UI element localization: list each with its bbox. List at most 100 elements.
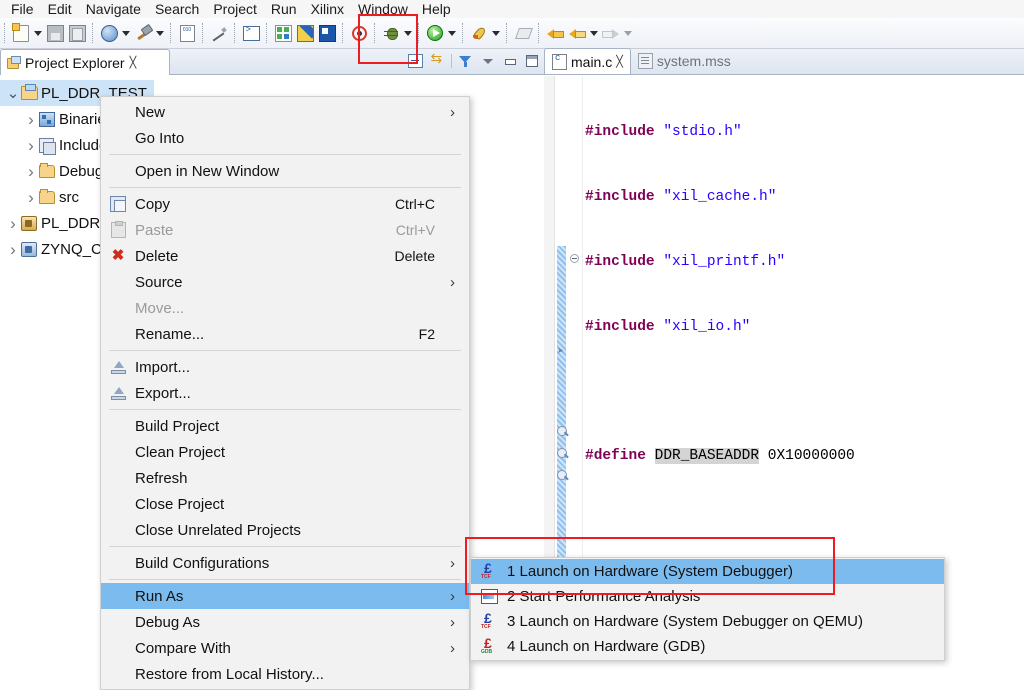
context-menu-item-close-unrelated-projects[interactable]: Close Unrelated Projects (101, 517, 469, 543)
context-menu-item-export[interactable]: Export... (101, 380, 469, 406)
menu-edit[interactable]: Edit (41, 1, 79, 18)
menu-item-icon-slot (101, 661, 135, 687)
submenu-arrow-icon: › (450, 274, 455, 291)
run-icon[interactable] (424, 22, 446, 44)
context-menu-item-debug-as[interactable]: Debug As › (101, 609, 469, 635)
globe-icon[interactable] (98, 22, 120, 44)
rocket-dropdown-arrow-icon[interactable] (490, 22, 502, 44)
tab-system-mss[interactable]: system.mss (631, 48, 738, 74)
run-as-item-launch-on-hardware-system-debugger[interactable]: 1 Launch on Hardware (System Debugger) (471, 559, 944, 584)
yellow-square-icon[interactable] (294, 22, 316, 44)
forward-arrow-icon[interactable] (600, 22, 622, 44)
menu-item-icon-slot (101, 295, 135, 321)
new-icon[interactable] (10, 22, 32, 44)
context-menu-item-source[interactable]: Source › (101, 269, 469, 295)
grid-icon[interactable] (272, 22, 294, 44)
chevron-down-icon[interactable] (6, 90, 20, 97)
close-icon[interactable]: ╳ (616, 55, 623, 68)
context-menu-item-run-as[interactable]: Run As › (101, 583, 469, 609)
run-dropdown-arrow-icon[interactable] (446, 22, 458, 44)
menu-item-label: Delete (135, 248, 178, 265)
chevron-right-icon[interactable] (24, 139, 38, 152)
minimize-icon[interactable] (501, 52, 518, 69)
back-arrow-2-icon[interactable] (566, 22, 588, 44)
close-icon[interactable]: ╳ (130, 56, 137, 69)
back-arrow-icon[interactable] (544, 22, 566, 44)
build-hammer-icon[interactable] (132, 22, 154, 44)
chevron-right-icon[interactable] (6, 243, 20, 256)
toolbar-separator (342, 23, 344, 43)
debug-bug-icon[interactable] (380, 22, 402, 44)
submenu-arrow-icon: › (450, 640, 455, 657)
collapse-all-icon[interactable] (407, 52, 424, 69)
context-menu-item-go-into[interactable]: Go Into (101, 125, 469, 151)
chevron-right-icon[interactable] (24, 165, 38, 178)
globe-dropdown-arrow-icon[interactable] (120, 22, 132, 44)
terminal-icon[interactable] (240, 22, 262, 44)
menu-search[interactable]: Search (148, 1, 206, 18)
menu-item-icon-slot (101, 158, 135, 184)
chevron-right-icon[interactable] (6, 217, 20, 230)
new-dropdown-arrow-icon[interactable] (32, 22, 44, 44)
menu-item-label: Open in New Window (135, 163, 279, 180)
tab-project-explorer[interactable]: Project Explorer ╳ (0, 49, 170, 75)
menu-item-icon-slot (101, 439, 135, 465)
save-icon[interactable] (44, 22, 66, 44)
import-icon (101, 354, 135, 380)
run-as-item-start-performance-analysis[interactable]: 2 Start Performance Analysis (471, 584, 944, 609)
context-menu-item-build-project[interactable]: Build Project (101, 413, 469, 439)
context-menu-item-copy[interactable]: Copy Ctrl+C (101, 191, 469, 217)
view-menu-icon[interactable] (479, 52, 496, 69)
build-dropdown-arrow-icon[interactable] (154, 22, 166, 44)
toolbar-separator (538, 23, 540, 43)
menu-window[interactable]: Window (351, 1, 415, 18)
context-menu-item-build-configurations[interactable]: Build Configurations › (101, 550, 469, 576)
menu-separator (109, 546, 461, 547)
menu-help[interactable]: Help (415, 1, 458, 18)
code-line: #define DDR_BASEADDR 0X10000000 (582, 446, 1024, 468)
tree-item-label: src (59, 189, 79, 206)
link-with-editor-icon[interactable] (429, 52, 446, 69)
run-as-item-launch-on-hardware-system-debugger-qemu[interactable]: 3 Launch on Hardware (System Debugger on… (471, 609, 944, 634)
forward-dropdown-arrow-icon[interactable] (622, 22, 634, 44)
context-menu-item-import[interactable]: Import... (101, 354, 469, 380)
maximize-icon[interactable] (523, 52, 540, 69)
debug-dropdown-arrow-icon[interactable] (402, 22, 414, 44)
save-all-icon[interactable] (66, 22, 88, 44)
menu-file[interactable]: File (4, 1, 41, 18)
red-circle-icon[interactable] (348, 22, 370, 44)
menu-item-label: Compare With (135, 640, 231, 657)
blue-square-icon[interactable] (316, 22, 338, 44)
toolbar-separator (4, 23, 6, 43)
pen-icon[interactable] (208, 22, 230, 44)
menu-item-icon-slot (101, 491, 135, 517)
back-dropdown-arrow-icon[interactable] (588, 22, 600, 44)
binary-file-icon[interactable] (176, 22, 198, 44)
menu-xilinx[interactable]: Xilinx (304, 1, 351, 18)
paste-icon (101, 217, 135, 243)
fold-collapse-icon[interactable] (570, 254, 579, 263)
menu-project[interactable]: Project (206, 1, 264, 18)
menu-navigate[interactable]: Navigate (79, 1, 148, 18)
context-menu-item-compare-with[interactable]: Compare With › (101, 635, 469, 661)
tab-main-c[interactable]: main.c ╳ (544, 48, 631, 74)
menu-run[interactable]: Run (264, 1, 304, 18)
context-menu-item-close-project[interactable]: Close Project (101, 491, 469, 517)
context-menu-item-new[interactable]: New › (101, 99, 469, 125)
run-as-item-launch-on-hardware-gdb[interactable]: 4 Launch on Hardware (GDB) (471, 634, 944, 659)
chevron-right-icon[interactable] (24, 191, 38, 204)
chevron-right-icon[interactable] (24, 113, 38, 126)
ruler-icon[interactable] (512, 22, 534, 44)
context-menu-item-rename[interactable]: Rename... F2 (101, 321, 469, 347)
menu-item-label: Close Project (135, 496, 224, 513)
context-menu-item-open-in-new-window[interactable]: Open in New Window (101, 158, 469, 184)
rocket-icon[interactable] (468, 22, 490, 44)
filter-icon[interactable] (457, 52, 474, 69)
context-menu-item-refresh[interactable]: Refresh (101, 465, 469, 491)
context-menu-item-clean-project[interactable]: Clean Project (101, 439, 469, 465)
context-menu-item-restore-from-local-history[interactable]: Restore from Local History... (101, 661, 469, 687)
editor-tab-label: main.c (571, 54, 612, 70)
editor-annotation-warning-icon (557, 448, 567, 458)
toolbar-separator (92, 23, 94, 43)
context-menu-item-delete[interactable]: ✖ Delete Delete (101, 243, 469, 269)
